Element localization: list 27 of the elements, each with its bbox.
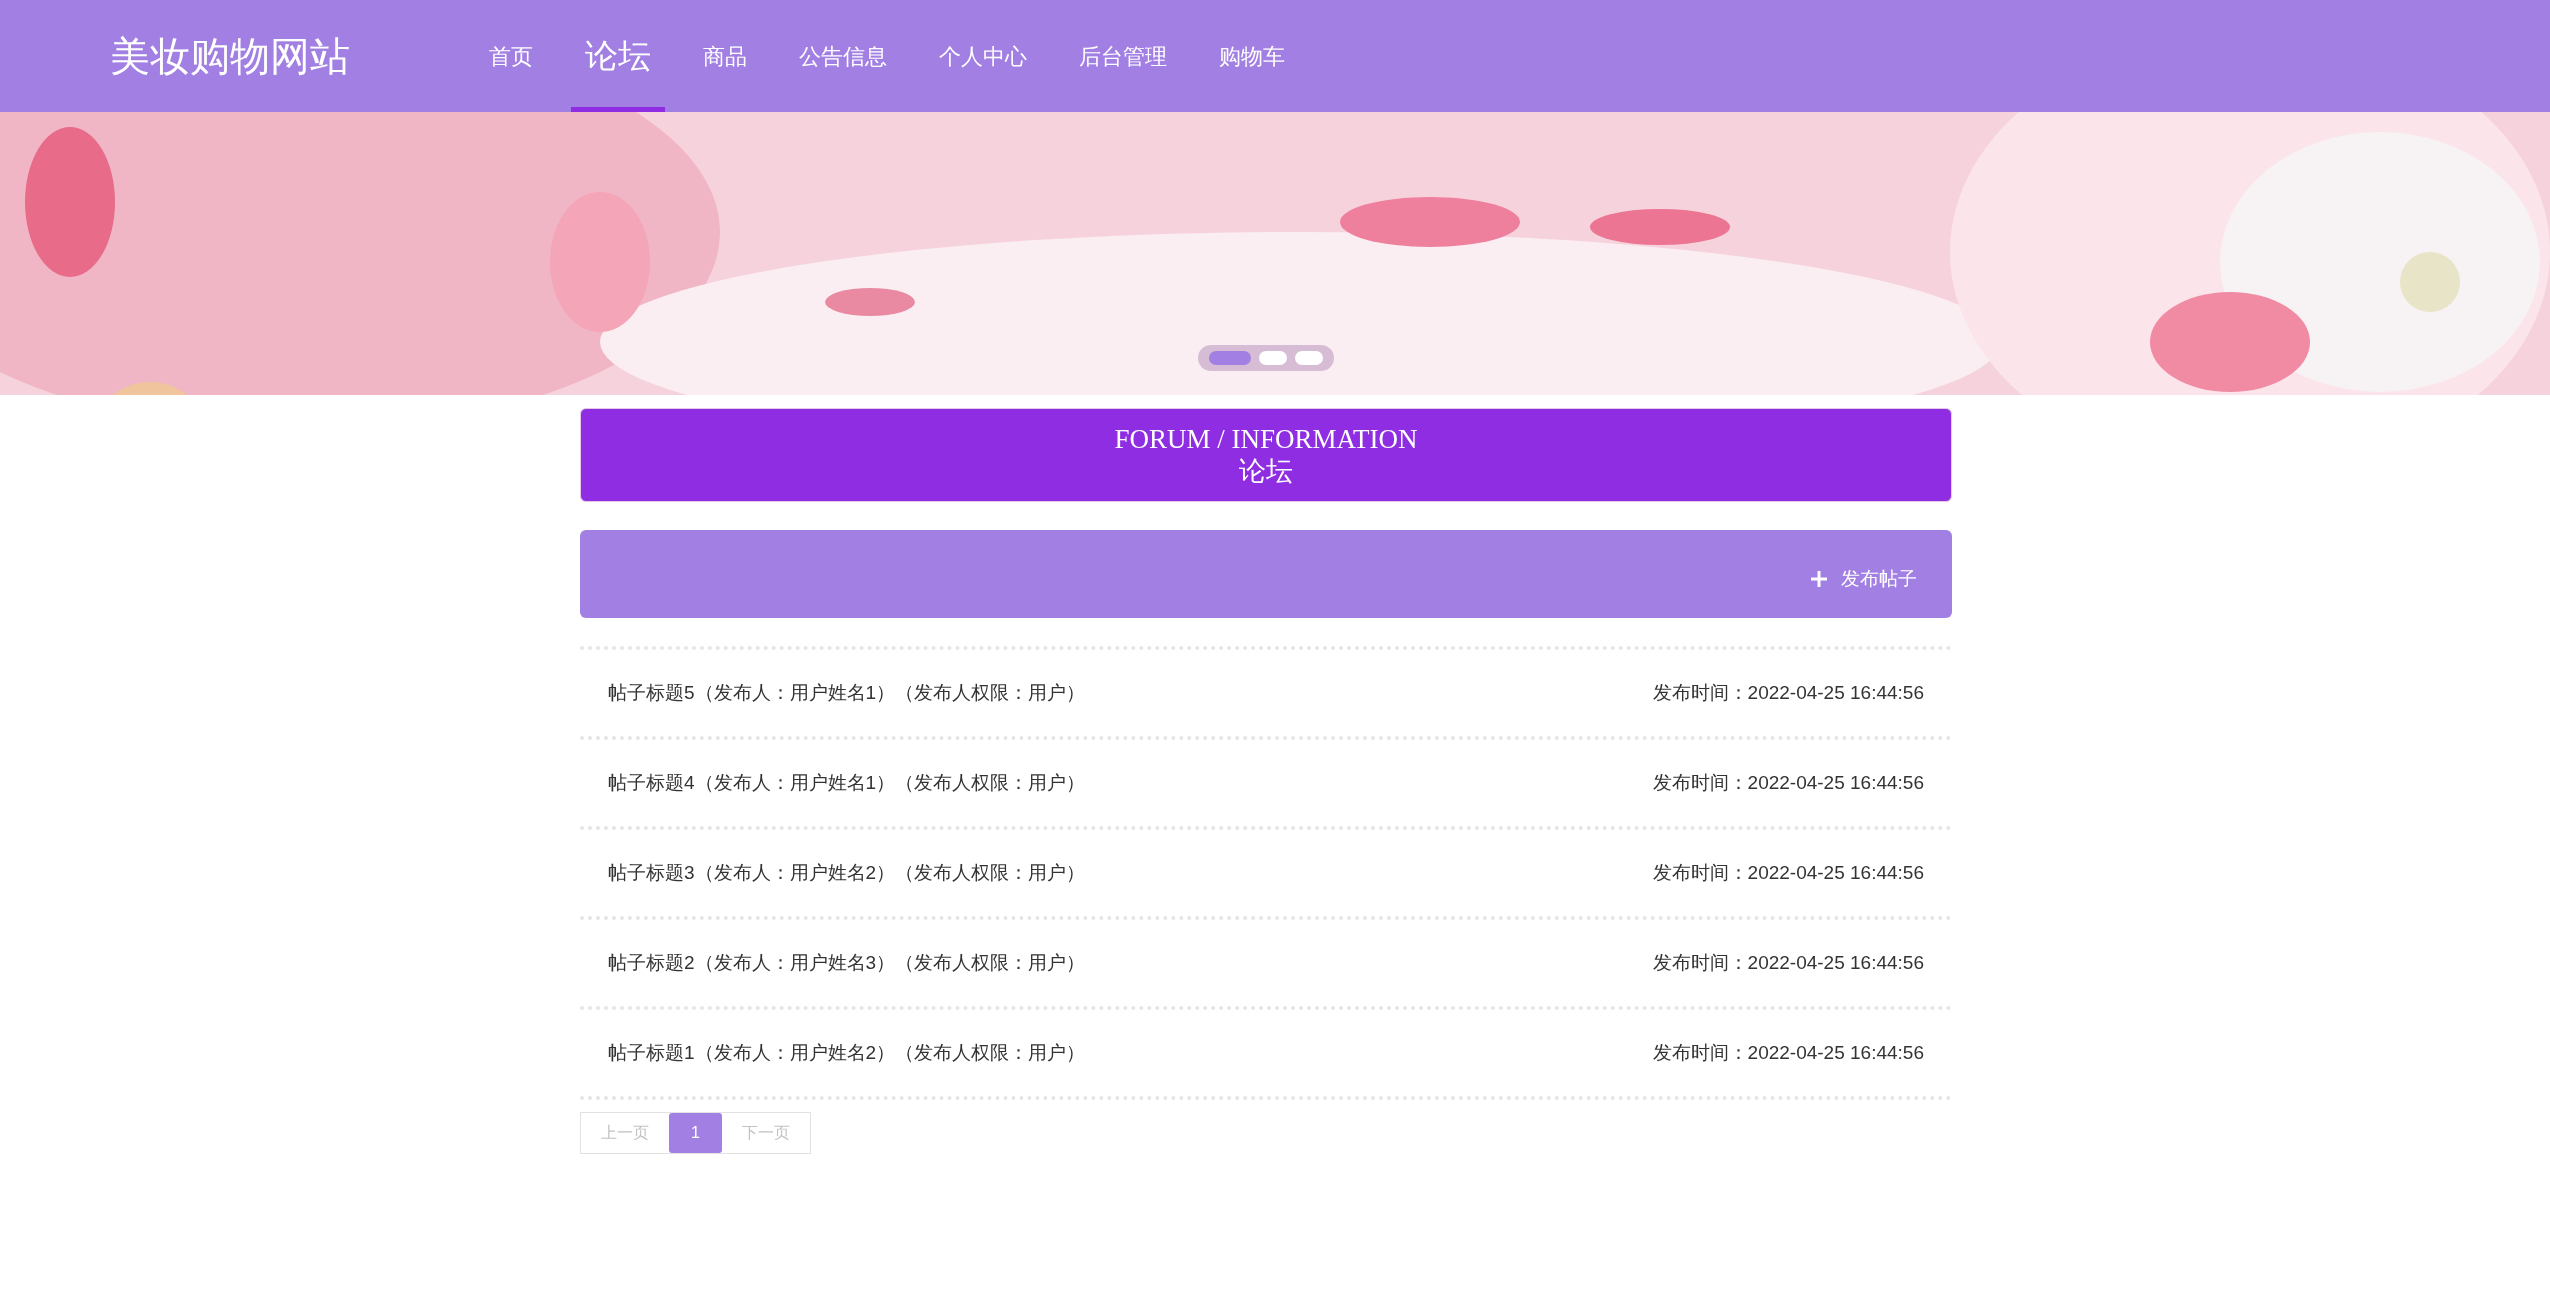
new-post-button[interactable]: 发布帖子 <box>1809 564 1917 594</box>
post-title: 帖子标题3（发布人：用户姓名2）（发布人权限：用户） <box>608 860 1086 885</box>
nav-link[interactable]: 个人中心 <box>925 0 1041 112</box>
post-time: 发布时间：2022-04-25 16:44:56 <box>1652 680 1924 705</box>
post-time: 发布时间：2022-04-25 16:44:56 <box>1652 770 1924 795</box>
post-time: 发布时间：2022-04-25 16:44:56 <box>1652 950 1924 975</box>
section-title: FORUM / INFORMATION <box>1114 423 1418 455</box>
nav-link[interactable]: 公告信息 <box>785 0 901 112</box>
post-time: 发布时间：2022-04-25 16:44:56 <box>1652 860 1924 885</box>
post-row[interactable]: 帖子标题1（发布人：用户姓名2）（发布人权限：用户） 发布时间：2022-04-25 16:44:56 <box>580 1010 1952 1100</box>
post-title: 帖子标题2（发布人：用户姓名3）（发布人权限：用户） <box>608 950 1086 975</box>
nav-link[interactable]: 购物车 <box>1205 0 1299 112</box>
page-button[interactable]: 1 <box>669 1113 722 1153</box>
post-row[interactable]: 帖子标题2（发布人：用户姓名3）（发布人权限：用户） 发布时间：2022-04-25 16:44:56 <box>580 920 1952 1010</box>
post-title: 帖子标题4（发布人：用户姓名1）（发布人权限：用户） <box>608 770 1086 795</box>
post-time: 发布时间：2022-04-25 16:44:56 <box>1652 1040 1924 1065</box>
post-row[interactable]: 帖子标题4（发布人：用户姓名1）（发布人权限：用户） 发布时间：2022-04-25 16:44:56 <box>580 740 1952 830</box>
post-row[interactable]: 帖子标题5（发布人：用户姓名1）（发布人权限：用户） 发布时间：2022-04-25 16:44:56 <box>580 650 1952 740</box>
post-title: 帖子标题5（发布人：用户姓名1）（发布人权限：用户） <box>608 680 1086 705</box>
nav-link[interactable]: 后台管理 <box>1065 0 1181 112</box>
site-title: 美妆购物网站 <box>110 33 351 80</box>
nav-link[interactable]: 首页 <box>475 0 547 112</box>
plus-icon <box>1809 569 1829 589</box>
post-row[interactable]: 帖子标题3（发布人：用户姓名2）（发布人权限：用户） 发布时间：2022-04-25 16:44:56 <box>580 830 1952 920</box>
nav-link[interactable]: 商品 <box>689 0 761 112</box>
section-subtitle: 论坛 <box>1239 455 1293 487</box>
post-title: 帖子标题1（发布人：用户姓名2）（发布人权限：用户） <box>608 1040 1086 1065</box>
